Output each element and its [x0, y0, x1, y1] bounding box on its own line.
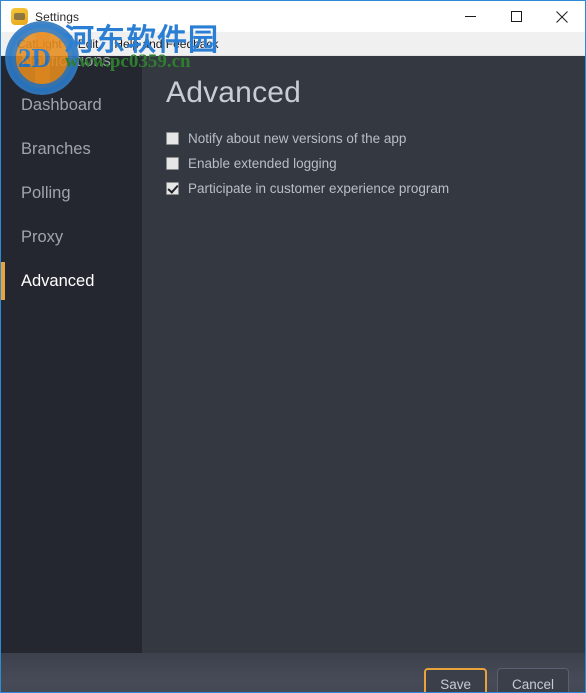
- window-body: Notifications Dashboard Branches Polling…: [1, 56, 585, 653]
- window-title: Settings: [35, 9, 80, 24]
- sidebar-item-polling[interactable]: Polling: [1, 171, 142, 215]
- close-icon: [556, 10, 568, 23]
- checkbox-notify-new-versions[interactable]: [166, 132, 179, 145]
- checkbox-enable-extended-logging[interactable]: [166, 157, 179, 170]
- sidebar-item-proxy[interactable]: Proxy: [1, 215, 142, 259]
- sidebar-item-label: Notifications: [21, 56, 111, 70]
- maximize-icon: [510, 11, 522, 22]
- menu-bar: CatLight Edit Help and Feedback: [1, 32, 585, 56]
- option-row-customer-experience-program[interactable]: Participate in customer experience progr…: [166, 176, 585, 201]
- sidebar-item-notifications[interactable]: Notifications: [1, 56, 142, 83]
- title-bar: Settings: [1, 1, 585, 32]
- maximize-button[interactable]: [493, 1, 539, 32]
- option-label: Notify about new versions of the app: [188, 131, 407, 146]
- sidebar-item-dashboard[interactable]: Dashboard: [1, 83, 142, 127]
- sidebar-item-label: Proxy: [21, 227, 64, 246]
- app-icon: [11, 8, 28, 25]
- sidebar-item-label: Branches: [21, 139, 91, 158]
- sidebar-item-advanced[interactable]: Advanced: [1, 259, 142, 303]
- close-button[interactable]: [539, 1, 585, 32]
- dialog-footer: Save Cancel: [1, 653, 585, 692]
- minimize-icon: [464, 16, 476, 17]
- menu-item-catlight[interactable]: CatLight: [9, 35, 70, 53]
- sidebar-item-label: Dashboard: [21, 95, 102, 114]
- page-title: Advanced: [166, 76, 302, 109]
- menu-item-help-and-feedback[interactable]: Help and Feedback: [106, 35, 226, 53]
- save-button[interactable]: Save: [424, 668, 487, 692]
- settings-sidebar: Notifications Dashboard Branches Polling…: [1, 56, 142, 653]
- option-row-enable-extended-logging[interactable]: Enable extended logging: [166, 151, 585, 176]
- option-row-notify-new-versions[interactable]: Notify about new versions of the app: [166, 126, 585, 151]
- settings-content: Advanced Notify about new versions of th…: [142, 56, 585, 653]
- sidebar-item-label: Advanced: [21, 271, 95, 290]
- sidebar-nav-list: Notifications Dashboard Branches Polling…: [1, 56, 142, 303]
- settings-window: Settings CatLight Edit Help and Feedback: [0, 0, 586, 693]
- menu-item-edit[interactable]: Edit: [70, 35, 107, 53]
- option-label: Participate in customer experience progr…: [188, 181, 450, 196]
- sidebar-item-branches[interactable]: Branches: [1, 127, 142, 171]
- checkbox-customer-experience-program[interactable]: [166, 182, 179, 195]
- cancel-button[interactable]: Cancel: [496, 668, 569, 692]
- option-label: Enable extended logging: [188, 156, 337, 171]
- title-bar-left: Settings: [1, 8, 447, 25]
- minimize-button[interactable]: [447, 1, 493, 32]
- sidebar-item-label: Polling: [21, 183, 71, 202]
